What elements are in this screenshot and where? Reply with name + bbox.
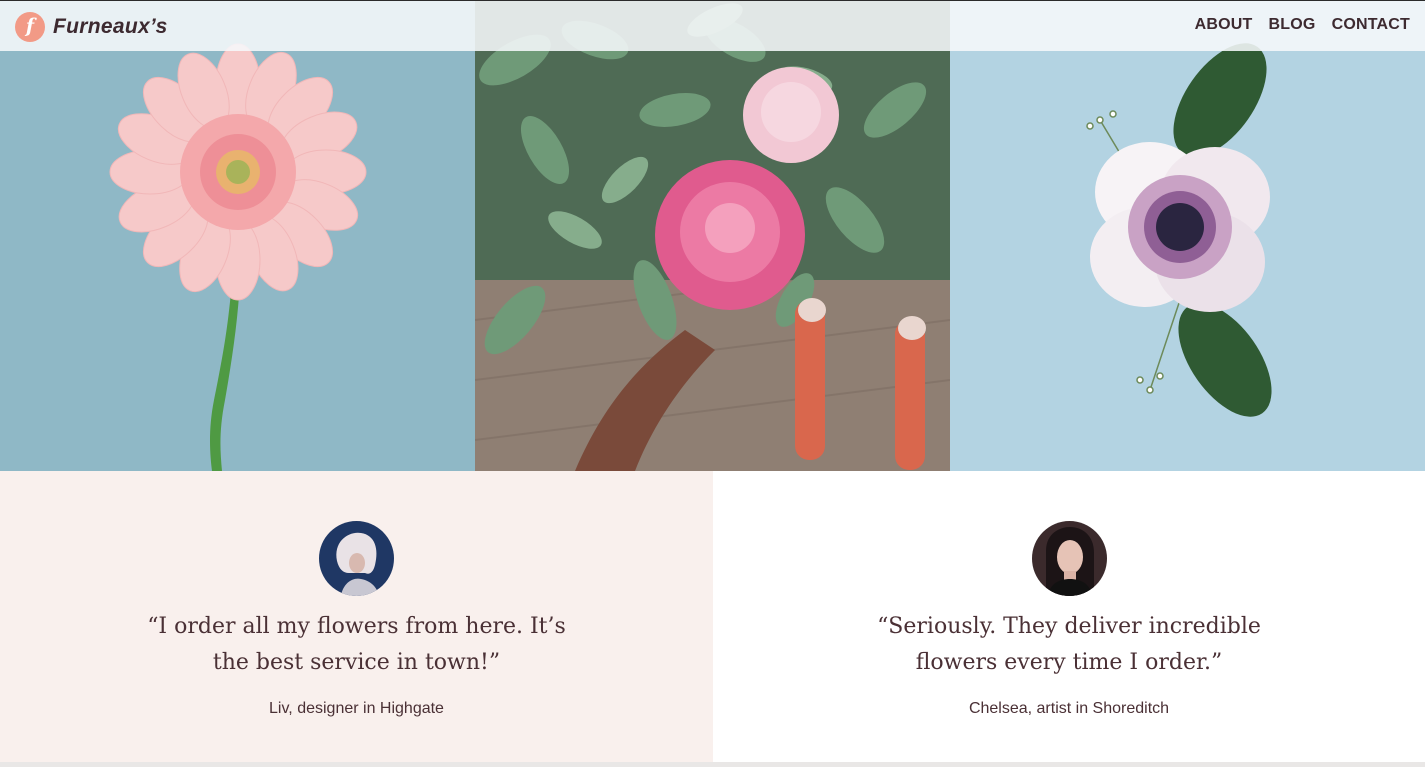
testimonial-card: “I order all my flowers from here. It’s …: [0, 471, 713, 762]
nav-contact-link[interactable]: CONTACT: [1332, 16, 1410, 34]
testimonial-quote: “I order all my flowers from here. It’s …: [147, 614, 566, 675]
avatar: [1031, 521, 1107, 596]
logo-icon: f: [15, 12, 45, 42]
photo-gallery: [0, 0, 1425, 471]
site-header: f Furneaux’s ABOUT BLOG CONTACT: [0, 0, 1425, 51]
gerbera-photo: [0, 0, 475, 471]
testimonials-section: “I order all my flowers from here. It’s …: [0, 471, 1425, 762]
brand-logo[interactable]: f Furneaux’s: [15, 11, 168, 43]
logo-letter: f: [25, 15, 35, 37]
testimonial-quote: “Seriously. They deliver incredible flow…: [877, 614, 1261, 675]
brand-name: Furneaux’s: [53, 15, 168, 38]
bouquet-photo: [475, 0, 950, 471]
main-nav: ABOUT BLOG CONTACT: [1195, 16, 1410, 34]
nav-blog-link[interactable]: BLOG: [1269, 16, 1316, 34]
testimonial-card: “Seriously. They deliver incredible flow…: [713, 471, 1425, 762]
footer-edge: [0, 762, 1425, 767]
anemone-photo: [950, 0, 1425, 471]
nav-about-link[interactable]: ABOUT: [1195, 16, 1253, 34]
testimonial-author: Liv, designer in Highgate: [269, 700, 444, 717]
avatar: [319, 521, 394, 596]
testimonial-author: Chelsea, artist in Shoreditch: [968, 700, 1170, 717]
